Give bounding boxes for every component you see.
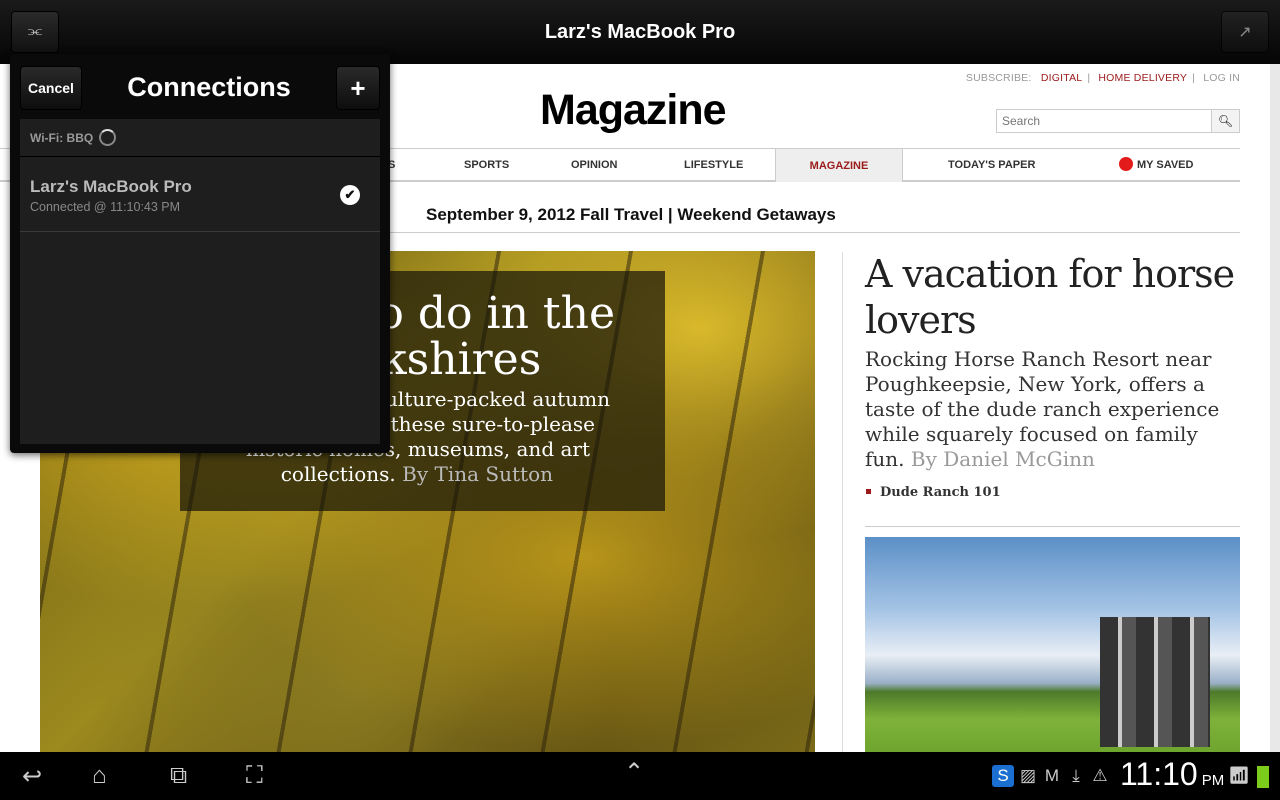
nav-my-saved[interactable]: MY SAVED xyxy=(1119,157,1193,171)
connections-button[interactable]: ⫘ xyxy=(11,11,59,53)
ranch-photo[interactable] xyxy=(865,537,1240,752)
app-title: Larz's MacBook Pro xyxy=(544,20,736,43)
nav-magazine[interactable]: MAGAZINE xyxy=(775,148,903,182)
clock-time: 11:10 xyxy=(1120,756,1198,792)
digital-link[interactable]: DIGITAL xyxy=(1041,72,1082,84)
side-story-title[interactable]: A vacation for horse lovers xyxy=(865,251,1240,343)
download-icon: ⤓ xyxy=(1072,766,1080,785)
connections-popup: Cancel Connections + Wi-Fi: BBQ Larz's M… xyxy=(10,54,390,453)
login-link[interactable]: LOG IN xyxy=(1203,72,1240,84)
chevron-up-icon[interactable]: ⌃ xyxy=(624,758,644,787)
share-button[interactable]: ↗ xyxy=(1221,11,1269,53)
issue-dateline: September 9, 2012 Fall Travel | Weekend … xyxy=(426,205,836,224)
home-delivery-link[interactable]: HOME DELIVERY xyxy=(1098,72,1187,84)
related-link-label: Dude Ranch 101 xyxy=(880,485,1001,500)
connection-item[interactable]: Larz's MacBook Pro Connected @ 11:10:43 … xyxy=(20,157,380,232)
screenshot-icon[interactable]: ⛶ xyxy=(246,762,263,790)
nav-lifestyle[interactable]: LIFESTYLE xyxy=(684,159,743,171)
side-story-dek: Rocking Horse Ranch Resort near Poughkee… xyxy=(865,347,1240,472)
warning-icon: ⚠ xyxy=(1092,766,1108,785)
divider xyxy=(390,232,1240,233)
hero-byline: By Tina Sutton xyxy=(402,462,553,486)
milk-cans-image xyxy=(1100,617,1210,747)
search-box: 🔍︎ xyxy=(996,109,1240,133)
hero-dek-last: collections. By Tina Sutton xyxy=(180,462,615,487)
connection-name: Larz's MacBook Pro xyxy=(30,177,192,196)
subscribe-bar: SUBSCRIBE: DIGITAL | HOME DELIVERY | LOG I… xyxy=(965,72,1240,84)
skype-icon: S xyxy=(992,765,1014,787)
search-input[interactable] xyxy=(997,110,1211,132)
saved-badge-icon xyxy=(1119,157,1133,171)
nav-todays-paper[interactable]: TODAY'S PAPER xyxy=(948,159,1035,171)
gallery-icon: ▨ xyxy=(1019,766,1037,785)
gmail-icon: M xyxy=(1044,766,1060,785)
system-bar: ↩ ⌂ ⧉ ⛶ ⌃ S ▨ M ⤓ ⚠ 11:10 PM 📶︎ xyxy=(0,752,1280,800)
masthead[interactable]: Magazine xyxy=(540,86,727,135)
add-connection-button[interactable]: + xyxy=(336,66,380,110)
divider xyxy=(865,526,1240,527)
wifi-icon: 📶︎ xyxy=(1228,766,1250,785)
subscribe-label: SUBSCRIBE: xyxy=(965,72,1032,84)
search-icon: 🔍︎ xyxy=(1217,114,1234,128)
nav-sports[interactable]: SPORTS xyxy=(464,159,509,171)
search-button[interactable]: 🔍︎ xyxy=(1211,110,1239,132)
network-tree-icon: ⫘ xyxy=(27,23,43,40)
clock: 11:10 PM xyxy=(1120,756,1224,793)
back-icon[interactable]: ↩ xyxy=(22,762,42,791)
cancel-button[interactable]: Cancel xyxy=(20,66,82,110)
recent-apps-icon[interactable]: ⧉ xyxy=(170,762,187,790)
hero-dek-line: collections. xyxy=(280,462,396,486)
page-scrollbar[interactable] xyxy=(1270,64,1280,752)
nav-opinion[interactable]: OPINION xyxy=(571,159,617,171)
wifi-status: Wi-Fi: BBQ xyxy=(20,119,380,157)
clock-ampm: PM xyxy=(1201,772,1225,789)
home-icon[interactable]: ⌂ xyxy=(92,762,107,790)
connection-status: Connected @ 11:10:43 PM xyxy=(30,200,181,214)
popup-title: Connections xyxy=(127,72,291,102)
battery-icon xyxy=(1257,766,1269,788)
wifi-label: Wi-Fi: BBQ xyxy=(30,130,94,145)
share-icon: ↗ xyxy=(1238,24,1252,41)
connections-list: Wi-Fi: BBQ Larz's MacBook Pro Connected … xyxy=(20,119,380,444)
loading-spinner-icon xyxy=(99,129,117,146)
column-divider xyxy=(842,252,843,752)
side-story-byline: By Daniel McGinn xyxy=(910,447,1095,471)
checkmark-icon: ✔ xyxy=(340,185,360,205)
related-link[interactable]: Dude Ranch 101 xyxy=(866,485,1001,500)
bullet-icon xyxy=(866,489,871,494)
my-saved-label: MY SAVED xyxy=(1137,159,1194,171)
